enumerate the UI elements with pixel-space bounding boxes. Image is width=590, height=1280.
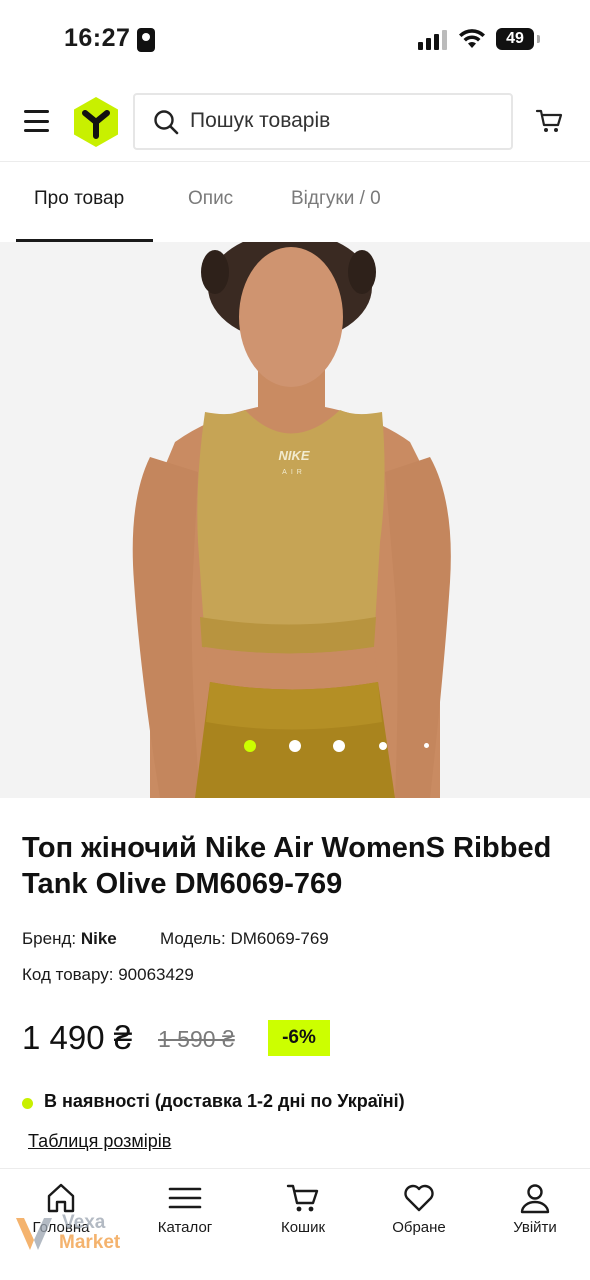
- app-header: Пошук товарів: [0, 80, 590, 162]
- brand-label: Бренд:: [22, 929, 77, 948]
- nav-favorites-label: Обране: [392, 1219, 446, 1236]
- in-stock-indicator: [22, 1098, 33, 1109]
- bottom-navigation: Головна Каталог Кошик Обране Увійти: [0, 1168, 590, 1280]
- product-code-label: Код товару:: [22, 965, 114, 984]
- home-icon: [47, 1183, 75, 1213]
- nav-home-label: Головна: [32, 1219, 90, 1236]
- model-value: DM6069-769: [230, 929, 329, 948]
- search-icon: [154, 110, 179, 135]
- svg-text:AIR: AIR: [282, 469, 306, 476]
- product-image-gallery[interactable]: NIKE AIR: [0, 242, 590, 798]
- nav-login[interactable]: Увійти: [476, 1169, 590, 1280]
- gallery-dot[interactable]: [424, 743, 429, 748]
- status-bar: 16:27 49: [0, 0, 590, 80]
- nav-catalog-label: Каталог: [157, 1219, 213, 1236]
- tab-reviews[interactable]: Відгуки / 0: [291, 188, 381, 210]
- nav-favorites[interactable]: Обране: [360, 1169, 478, 1280]
- old-price: 1 590 ₴: [158, 1026, 235, 1052]
- nav-cart[interactable]: Кошик: [244, 1169, 362, 1280]
- model-line: Модель: DM6069-769: [160, 929, 329, 949]
- battery-indicator: 49: [496, 28, 540, 50]
- svg-text:NIKE: NIKE: [278, 448, 309, 463]
- nav-catalog[interactable]: Каталог: [126, 1169, 244, 1280]
- brand-logo[interactable]: [70, 96, 122, 148]
- brand-value: Nike: [80, 929, 117, 948]
- gallery-dot[interactable]: [379, 742, 387, 750]
- discount-badge: -6%: [268, 1020, 330, 1056]
- product-tabs: Про товар Опис Відгуки / 0: [0, 162, 590, 242]
- tab-description[interactable]: Опис: [188, 188, 233, 210]
- tab-about-product[interactable]: Про товар: [34, 188, 124, 210]
- size-table-link[interactable]: Таблиця розмірів: [28, 1131, 171, 1152]
- hamburger-menu-icon[interactable]: [24, 110, 49, 132]
- current-price: 1 490 ₴: [22, 1019, 133, 1056]
- gallery-dot[interactable]: [289, 740, 301, 752]
- product-code-value: 90063429: [118, 965, 194, 984]
- brand-line: Бренд: Nike: [22, 929, 117, 949]
- catalog-icon: [168, 1187, 202, 1209]
- focus-mode-icon: [137, 28, 155, 52]
- user-icon: [520, 1184, 550, 1214]
- cart-icon[interactable]: [535, 108, 563, 134]
- cart-icon: [286, 1184, 319, 1212]
- search-placeholder: Пошук товарів: [190, 109, 331, 132]
- nav-home[interactable]: Головна: [2, 1169, 120, 1280]
- model-label: Модель:: [160, 929, 226, 948]
- search-input[interactable]: Пошук товарів: [133, 93, 513, 150]
- cellular-signal-icon: [418, 30, 447, 50]
- product-title: Топ жіночий Nike Air WomenS Ribbed Tank …: [22, 832, 552, 900]
- nav-login-label: Увійти: [513, 1219, 557, 1236]
- product-photo: NIKE AIR: [132, 242, 451, 798]
- gallery-dot-active[interactable]: [244, 740, 256, 752]
- wifi-icon: [459, 29, 485, 48]
- stock-status: В наявності (доставка 1-2 дні по Україні…: [44, 1091, 405, 1111]
- gallery-dot[interactable]: [333, 740, 345, 752]
- status-time: 16:27: [64, 24, 131, 52]
- nav-cart-label: Кошик: [280, 1219, 326, 1236]
- product-code-line: Код товару: 90063429: [22, 965, 194, 985]
- heart-icon: [404, 1184, 434, 1212]
